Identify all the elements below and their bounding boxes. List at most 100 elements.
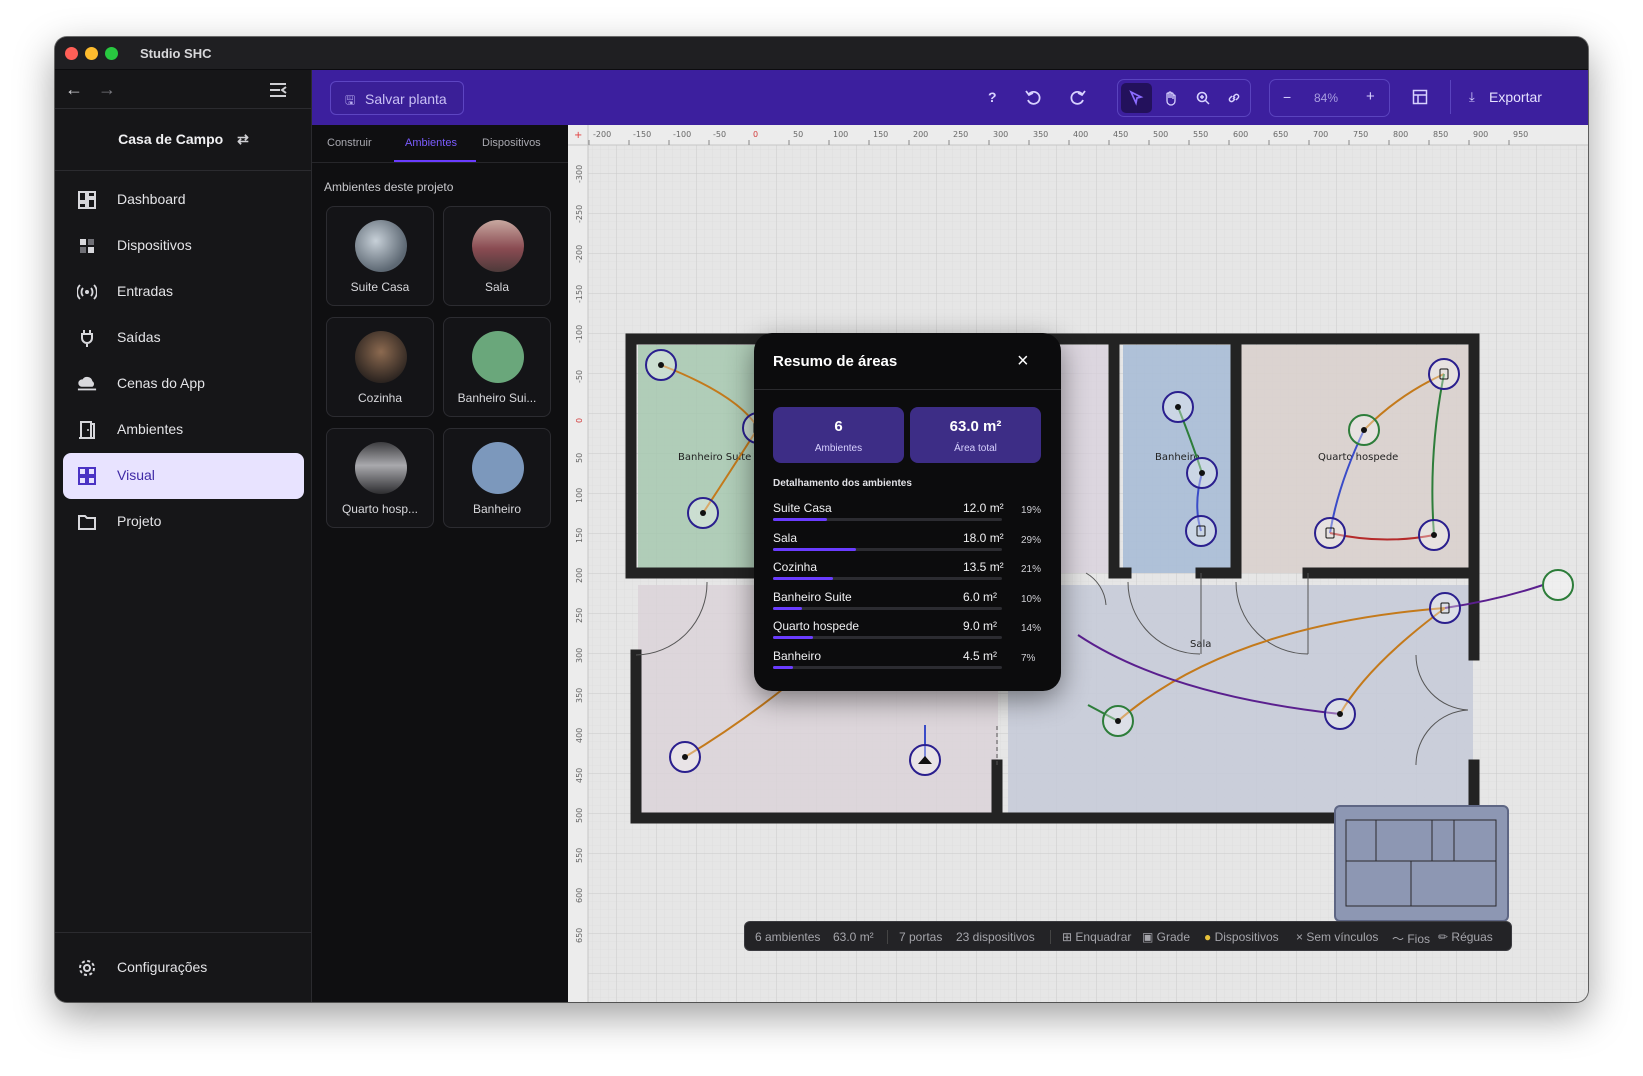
links-toggle[interactable]: × Sem vínculos <box>1296 930 1378 944</box>
room-card-label: Banheiro Sui... <box>457 391 537 405</box>
folder-icon <box>78 515 96 530</box>
device-switch[interactable] <box>1185 515 1217 547</box>
area-row-name: Suite Casa <box>773 501 832 515</box>
devices-toggle[interactable]: ● Dispositivos <box>1204 930 1279 944</box>
minimap[interactable] <box>1334 805 1509 922</box>
device-light[interactable] <box>1348 414 1380 446</box>
forward-arrow-icon[interactable]: → <box>98 80 116 98</box>
sidebar-item-configuracoes[interactable]: Configurações <box>63 945 304 991</box>
zoom-out-button[interactable]: − <box>1283 89 1291 105</box>
sidebar-item-visual[interactable]: Visual <box>63 453 304 499</box>
hand-icon[interactable] <box>1163 90 1179 106</box>
save-plan-button[interactable]: 🖫 Salvar planta <box>330 81 464 115</box>
tab-dispositivos[interactable]: Dispositivos <box>482 137 541 149</box>
room-card-suite-casa[interactable]: Suite Casa <box>326 206 434 306</box>
device-switch[interactable] <box>1428 358 1460 390</box>
room-card-cozinha[interactable]: Cozinha <box>326 317 434 417</box>
sidebar-item-projeto[interactable]: Projeto <box>63 499 304 545</box>
sidebar-item-label: Visual <box>117 467 155 483</box>
rulers-toggle[interactable]: ✏ Réguas <box>1438 930 1493 944</box>
export-button[interactable]: ⤓ Exportar <box>1465 84 1575 110</box>
status-divider <box>1050 930 1051 944</box>
area-row-percent: 7% <box>1021 653 1036 664</box>
stat-value: 6 <box>834 418 843 435</box>
area-row-value: 18.0 m² <box>963 530 1004 545</box>
device-light[interactable] <box>1418 519 1450 551</box>
device-switch[interactable] <box>1429 592 1461 624</box>
device-light[interactable] <box>1162 391 1194 423</box>
device-light[interactable] <box>1324 698 1356 730</box>
door-icon <box>79 421 95 439</box>
download-icon: ⤓ <box>1469 89 1475 104</box>
minimize-window-button[interactable] <box>85 47 98 60</box>
ruler-tick-label: 100 <box>833 130 848 139</box>
device-light[interactable] <box>669 741 701 773</box>
status-area: 63.0 m² <box>833 930 874 944</box>
ruler-tick-label: 250 <box>953 130 968 139</box>
ruler-tick-label: -250 <box>575 205 584 223</box>
ruler-tick-label: 350 <box>1033 130 1048 139</box>
ruler-tick-label: 50 <box>793 130 803 139</box>
project-selector[interactable]: Casa de Campo ⇄ <box>55 109 312 171</box>
maximize-window-button[interactable] <box>105 47 118 60</box>
device-offscreen[interactable] <box>1542 569 1574 601</box>
room-card-banheiro[interactable]: Banheiro <box>443 428 551 528</box>
device-light[interactable] <box>645 349 677 381</box>
device-switch[interactable] <box>1314 517 1346 549</box>
area-row-name: Banheiro <box>773 649 822 663</box>
area-row-value: 12.0 m² <box>963 501 1004 515</box>
back-arrow-icon[interactable]: ← <box>65 80 83 98</box>
device-light[interactable] <box>1102 705 1134 737</box>
modal-title: Resumo de áreas <box>773 353 898 370</box>
ruler-tick-label: 150 <box>873 130 888 139</box>
area-bar-track <box>773 636 1002 640</box>
area-bar-track <box>773 666 1002 669</box>
close-icon[interactable]: × <box>1017 350 1029 373</box>
zoom-in-icon[interactable] <box>1195 90 1211 106</box>
room-color-thumb <box>472 442 524 494</box>
close-window-button[interactable] <box>65 47 78 60</box>
ruler-tick-label: 400 <box>1073 130 1088 139</box>
redo-icon[interactable] <box>1068 88 1086 106</box>
ruler-tick-label: 950 <box>1513 130 1528 139</box>
grid-toggle[interactable]: ▣ Grade <box>1142 930 1190 944</box>
swap-icon[interactable]: ⇄ <box>237 131 249 147</box>
ruler-tick-label: 400 <box>575 728 584 743</box>
help-button[interactable]: ? <box>988 89 997 105</box>
tab-construir[interactable]: Construir <box>327 137 372 149</box>
device-light[interactable] <box>687 497 719 529</box>
status-devices: 23 dispositivos <box>956 930 1035 944</box>
wires-toggle[interactable]: 〜 Fios <box>1392 930 1430 947</box>
ruler-tick-label: 500 <box>575 808 584 823</box>
plug-icon <box>81 330 93 347</box>
sidebar-item-cenas[interactable]: Cenas do App <box>63 361 304 407</box>
ruler-tick-label: 300 <box>993 130 1008 139</box>
fit-view-button[interactable]: ⊞ Enquadrar <box>1062 930 1131 944</box>
ruler-tick-label: -50 <box>575 370 584 383</box>
ruler-tick-label: -100 <box>575 325 584 343</box>
sidebar-item-ambientes[interactable]: Ambientes <box>63 407 304 453</box>
room-card-sala[interactable]: Sala <box>443 206 551 306</box>
sidebar-item-entradas[interactable]: Entradas <box>63 269 304 315</box>
link-icon[interactable] <box>1226 90 1242 106</box>
project-name-label: Casa de Campo <box>118 131 224 147</box>
room-label-banheiro-suite: Banheiro Suite <box>678 452 751 463</box>
tool-group <box>1117 79 1251 117</box>
wires-toggle-label: Fios <box>1407 932 1431 946</box>
toolbar-divider <box>1450 80 1451 114</box>
device-light[interactable] <box>1186 457 1218 489</box>
sidebar-item-dashboard[interactable]: Dashboard <box>63 177 304 223</box>
room-card-quarto-hospede[interactable]: Quarto hosp... <box>326 428 434 528</box>
tab-ambientes[interactable]: Ambientes <box>405 137 457 149</box>
layout-icon[interactable] <box>1412 89 1428 105</box>
room-card-banheiro-suite[interactable]: Banheiro Sui... <box>443 317 551 417</box>
project-name: Casa de Campo ⇄ <box>55 131 312 148</box>
undo-icon[interactable] <box>1025 88 1043 106</box>
collapse-sidebar-icon[interactable] <box>269 82 287 98</box>
device-fan[interactable] <box>909 744 941 776</box>
ruler-tick-label: -150 <box>633 130 651 139</box>
sidebar-item-saidas[interactable]: Saídas <box>63 315 304 361</box>
zoom-in-button[interactable]: + <box>1366 88 1375 105</box>
select-tool-button[interactable] <box>1121 83 1152 113</box>
sidebar-item-dispositivos[interactable]: Dispositivos <box>63 223 304 269</box>
